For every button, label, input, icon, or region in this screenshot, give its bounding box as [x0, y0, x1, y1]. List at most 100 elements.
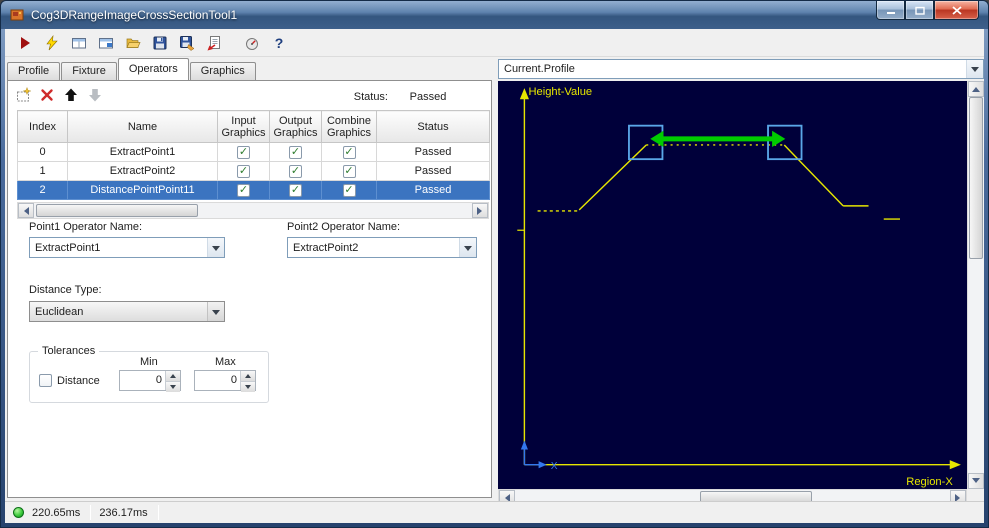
tab-fixture[interactable]: Fixture [61, 62, 117, 80]
title-bar[interactable]: Cog3DRangeImageCrossSectionTool1 [1, 1, 988, 29]
scroll-down-button[interactable] [968, 473, 984, 490]
distance-min-spinner[interactable]: 0 [119, 370, 181, 392]
tab-graphics[interactable]: Graphics [189, 62, 256, 80]
graphics-checkbox[interactable]: ✓ [237, 164, 250, 178]
app-icon [10, 9, 24, 21]
maximize-button[interactable] [905, 1, 934, 20]
point1-operator-select[interactable]: ExtractPoint1 [29, 237, 225, 258]
graphics-checkbox[interactable]: ✓ [342, 164, 356, 178]
max-header: Max [215, 356, 236, 368]
display-selector[interactable]: Current.Profile [498, 59, 984, 79]
cell-index[interactable]: 2 [17, 180, 68, 200]
graphics-checkbox[interactable]: ✓ [237, 183, 250, 197]
open-file-button[interactable] [121, 32, 145, 54]
max-value[interactable]: 0 [195, 371, 240, 390]
spin-up-button[interactable] [166, 371, 180, 382]
cell-name[interactable]: ExtractPoint2 [67, 161, 218, 181]
scroll-right-button[interactable] [472, 203, 488, 218]
help-button[interactable]: ? [267, 32, 291, 54]
cell-combine-graphics[interactable]: ✓ [321, 142, 377, 162]
move-down-button[interactable] [84, 85, 105, 105]
add-operator-button[interactable] [12, 85, 33, 105]
display-pane: Current.Profile Height-Value Region-X X [498, 59, 984, 507]
distance-tolerance-checkbox[interactable] [39, 374, 52, 387]
main-toolbar: ? [5, 29, 984, 57]
spin-down-button[interactable] [166, 382, 180, 392]
point2-operator-select[interactable]: ExtractPoint2 [287, 237, 477, 258]
chevron-down-icon[interactable] [459, 238, 476, 257]
column-header[interactable]: Status [376, 110, 490, 143]
min-value[interactable]: 0 [120, 371, 165, 390]
close-button[interactable] [934, 1, 979, 20]
tab-operators[interactable]: Operators [117, 58, 189, 80]
cell-combine-graphics[interactable]: ✓ [321, 180, 377, 200]
client-area: ? Profile Fixture Operators Graphics Sta… [5, 29, 984, 523]
operators-hscrollbar[interactable] [17, 202, 489, 219]
graphics-checkbox[interactable]: ✓ [237, 145, 250, 159]
save-as-icon [180, 35, 195, 51]
tool-display-button[interactable] [67, 32, 91, 54]
run-electric-button[interactable] [40, 32, 64, 54]
arrow-down-icon [88, 89, 101, 102]
lightning-icon [46, 34, 58, 50]
spin-down-button[interactable] [241, 382, 255, 392]
move-up-button[interactable] [60, 85, 81, 105]
cell-input-graphics[interactable]: ✓ [217, 142, 270, 162]
cell-name[interactable]: DistancePointPoint11 [67, 180, 218, 200]
results-gauge-icon [246, 37, 258, 50]
tab-profile[interactable]: Profile [7, 62, 61, 80]
cell-name[interactable]: ExtractPoint1 [67, 142, 218, 162]
cell-output-graphics[interactable]: ✓ [269, 142, 322, 162]
distance-max-spinner[interactable]: 0 [194, 370, 256, 392]
arrow-up-icon [64, 88, 77, 101]
operator-row[interactable]: 1 ExtractPoint2 ✓ ✓ ✓ Passed [17, 161, 490, 181]
scroll-track[interactable] [968, 97, 984, 473]
plot-vscrollbar[interactable] [967, 81, 984, 490]
column-header[interactable]: Output Graphics [269, 110, 322, 143]
cell-input-graphics[interactable]: ✓ [217, 161, 270, 181]
profile-segment [783, 144, 844, 207]
save-icon [153, 36, 167, 49]
graphics-checkbox[interactable]: ✓ [289, 183, 302, 197]
tolerances-title: Tolerances [38, 345, 100, 357]
cell-output-graphics[interactable]: ✓ [269, 161, 322, 181]
cell-input-graphics[interactable]: ✓ [217, 180, 270, 200]
column-header[interactable]: Combine Graphics [321, 110, 377, 143]
distance-arrow-head [772, 130, 786, 147]
graphics-checkbox[interactable]: ✓ [342, 183, 356, 197]
save-file-button[interactable] [148, 32, 172, 54]
graphics-checkbox[interactable]: ✓ [289, 164, 302, 178]
column-header[interactable]: Index [17, 110, 68, 143]
chevron-down-icon[interactable] [207, 302, 224, 321]
column-header[interactable]: Name [67, 110, 218, 143]
profile-plot[interactable]: Height-Value Region-X X [498, 81, 967, 490]
cell-index[interactable]: 1 [17, 161, 68, 181]
minimize-button[interactable] [876, 1, 905, 20]
tool-display-alt-button[interactable] [94, 32, 118, 54]
scroll-up-button[interactable] [968, 81, 984, 97]
scroll-track[interactable] [34, 203, 472, 218]
delete-operator-button[interactable] [36, 85, 57, 105]
cell-combine-graphics[interactable]: ✓ [321, 161, 377, 181]
column-header[interactable]: Input Graphics [217, 110, 270, 143]
operator-row[interactable]: 2 DistancePointPoint11 ✓ ✓ ✓ Passed [17, 180, 490, 200]
cell-output-graphics[interactable]: ✓ [269, 180, 322, 200]
cell-index[interactable]: 0 [17, 142, 68, 162]
graphics-checkbox[interactable]: ✓ [342, 145, 356, 159]
chevron-down-icon[interactable] [966, 60, 983, 78]
tolerances-group: Tolerances Min Max Distance 0 0 [29, 345, 269, 403]
distance-type-select[interactable]: Euclidean [29, 301, 225, 322]
scroll-thumb[interactable] [969, 97, 983, 259]
results-button[interactable] [240, 32, 264, 54]
scroll-thumb[interactable] [36, 204, 198, 217]
operator-row[interactable]: 0 ExtractPoint1 ✓ ✓ ✓ Passed [17, 142, 490, 162]
profile-segment [578, 144, 647, 211]
graphics-checkbox[interactable]: ✓ [289, 145, 302, 159]
import-button[interactable] [202, 32, 226, 54]
help-icon: ? [275, 35, 284, 51]
save-as-button[interactable] [175, 32, 199, 54]
chevron-down-icon[interactable] [207, 238, 224, 257]
spin-up-button[interactable] [241, 371, 255, 382]
scroll-left-button[interactable] [18, 203, 34, 218]
run-button[interactable] [13, 32, 37, 54]
